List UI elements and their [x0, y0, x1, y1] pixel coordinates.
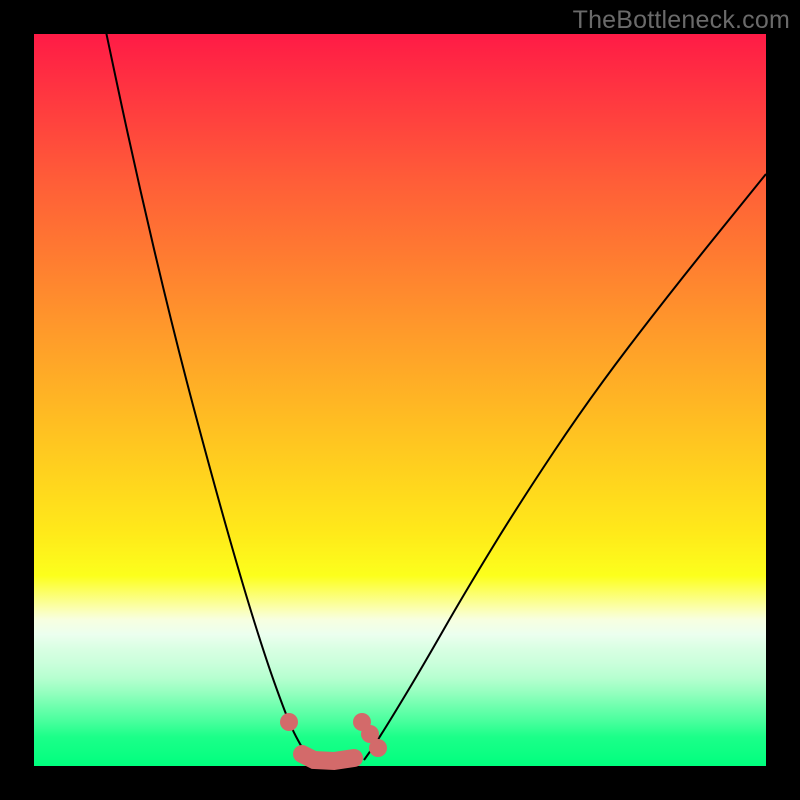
chart-svg — [34, 34, 766, 766]
plot-area — [34, 34, 766, 766]
marker-dot — [369, 739, 387, 757]
marker-dot — [280, 713, 298, 731]
watermark-text: TheBottleneck.com — [573, 6, 790, 35]
bottleneck-band — [302, 754, 354, 761]
right-curve — [364, 174, 766, 760]
left-curve — [98, 0, 310, 760]
chart-frame: TheBottleneck.com — [0, 0, 800, 800]
